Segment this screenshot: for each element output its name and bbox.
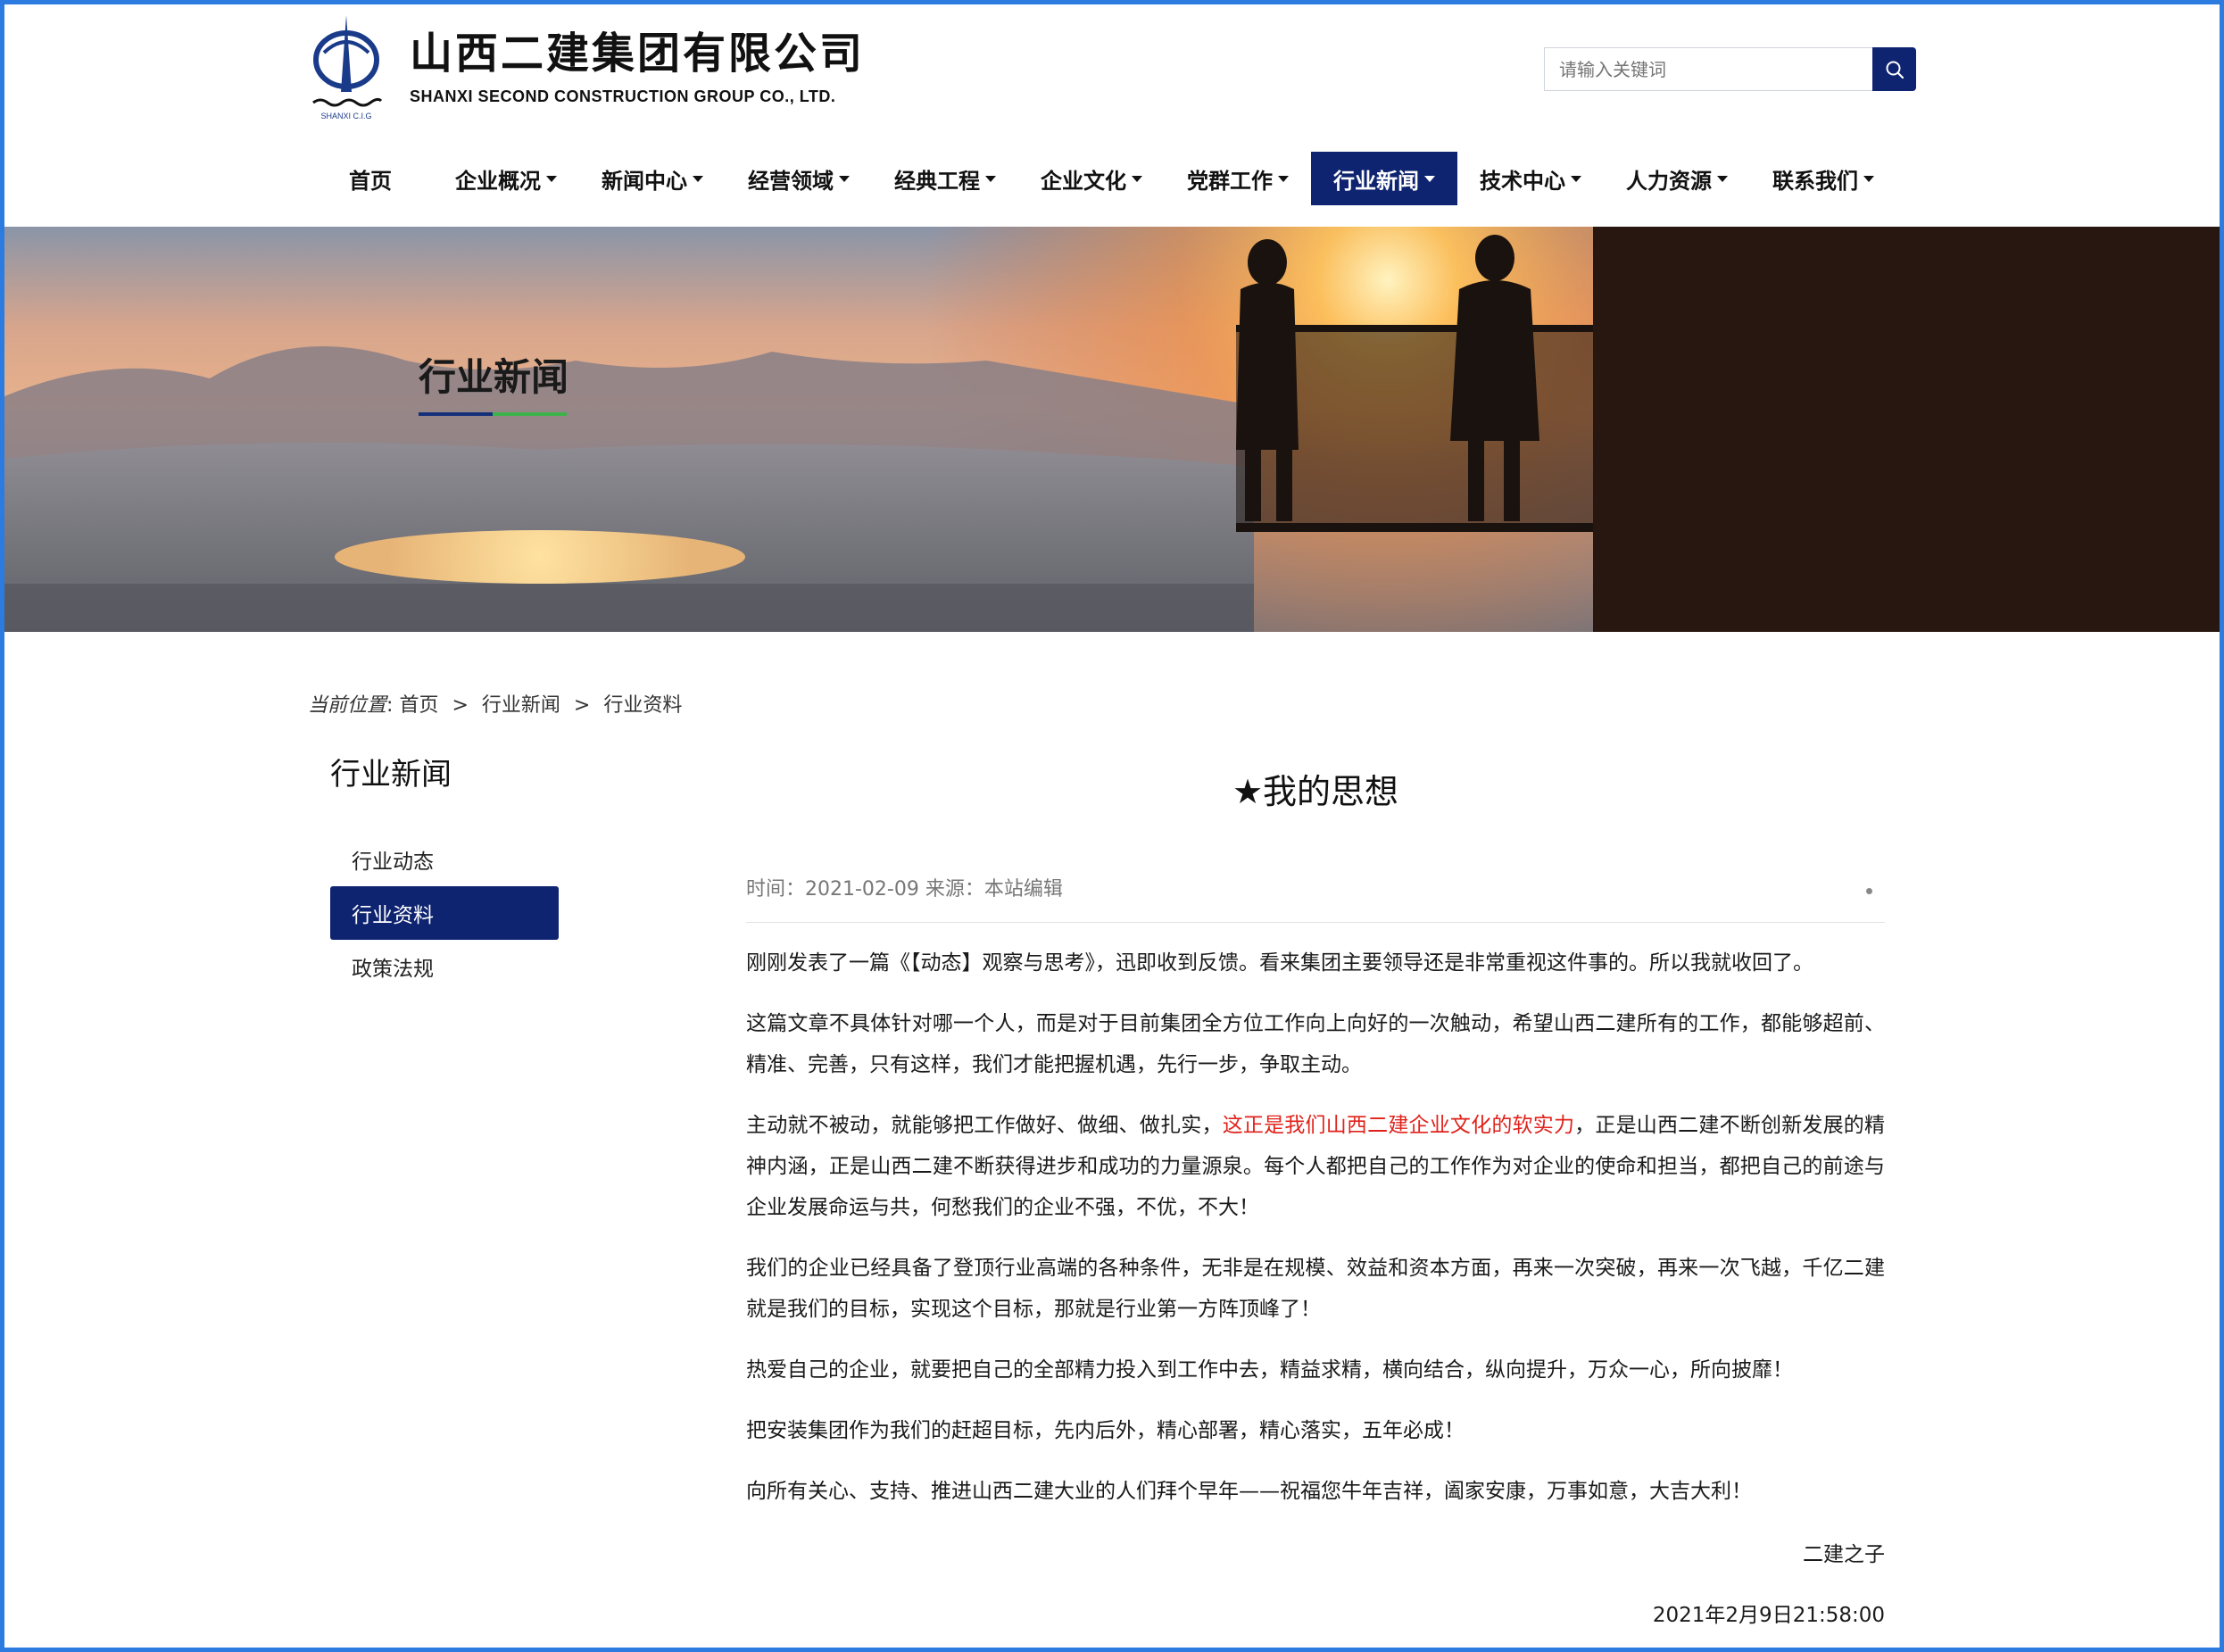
article-paragraph: 把安装集团作为我们的赶超目标，先内后外，精心部署，精心落实，五年必成！ (746, 1419, 1465, 1442)
article-meta-text: 时间：2021-02-09 来源：本站编辑 (746, 878, 1063, 901)
search-icon (1886, 61, 1904, 79)
caret-down-icon (1278, 175, 1289, 182)
sidebar-item-label: 行业动态 (352, 851, 434, 874)
caret-down-icon (1571, 175, 1581, 182)
nav-item-4[interactable]: 经典工程 (872, 152, 1018, 205)
article-body: 刚刚发表了一篇《【动态】观察与思考》，迅即收到反馈。看来集团主要领导还是非常重视… (746, 942, 1885, 1532)
caret-down-icon (839, 175, 850, 182)
caret-down-icon (985, 175, 996, 182)
sidebar-title: 行业新闻 (330, 757, 452, 793)
article-paragraph: 刚刚发表了一篇《【动态】观察与思考》，迅即收到反馈。看来集团主要领导还是非常重视… (746, 951, 1813, 975)
nav-item-label: 技术中心 (1480, 168, 1565, 194)
caret-down-icon (1863, 175, 1874, 182)
breadcrumb-home[interactable]: 首页 (399, 694, 438, 717)
caret-down-icon (1132, 175, 1142, 182)
banner-image (4, 227, 2220, 632)
nav-item-label: 党群工作 (1187, 168, 1273, 194)
article-paragraph: 这篇文章不具体针对哪一个人，而是对于目前集团全方位工作向上向好的一次触动，希望山… (746, 1012, 1885, 1076)
nav-item-label: 行业新闻 (1333, 168, 1419, 194)
highlighted-text: 这正是我们山西二建企业文化的软实力 (1222, 1114, 1575, 1137)
page-banner: 行业新闻 (4, 227, 2220, 632)
paragraph-text: 主动就不被动，就能够把工作做好、做细、做扎实， (746, 1114, 1223, 1137)
caret-down-icon (546, 175, 557, 182)
site-header: SHANXI C.I.G 山西二建集团有限公司 SHANXI SECOND CO… (0, 0, 2224, 227)
nav-item-6[interactable]: 党群工作 (1165, 152, 1311, 205)
article-paragraph: 向所有关心、支持、推进山西二建大业的人们拜个早年——祝福您牛年吉祥，阖家安康，万… (746, 1480, 1752, 1503)
nav-item-label: 人力资源 (1626, 168, 1712, 194)
sidebar-item-policies[interactable]: 政策法规 (330, 940, 559, 993)
nav-item-label: 经典工程 (894, 168, 980, 194)
article-paragraph: 我们的企业已经具备了登顶行业高端的各种条件，无非是在规模、效益和资本方面，再来一… (746, 1257, 1885, 1321)
main-nav: 首页 企业概况 新闻中心 经营领域 经典工程 企业文化 党群工作 行业新闻 技术中心 人力资源 联系… (308, 152, 1896, 205)
nav-item-0[interactable]: 首页 (308, 152, 433, 205)
caret-down-icon (693, 175, 703, 182)
article-paragraph: 主动就不被动，就能够把工作做好、做细、做扎实，这正是我们山西二建企业文化的软实力… (746, 1105, 1885, 1228)
nav-item-label: 企业概况 (455, 168, 541, 194)
breadcrumb-separator: > (452, 694, 469, 717)
svg-text:SHANXI C.I.G: SHANXI C.I.G (320, 112, 371, 120)
banner-title-underline (419, 412, 567, 416)
breadcrumb-lead: 当前位置 (308, 694, 387, 717)
nav-item-2[interactable]: 新闻中心 (579, 152, 726, 205)
sidebar-menu: 行业动态 行业资料 政策法规 (330, 833, 559, 993)
search-input[interactable] (1544, 47, 1872, 91)
logo-emblem-icon: SHANXI C.I.G (308, 13, 385, 120)
article-title: ★我的思想 (1232, 772, 1399, 811)
search-bar (1544, 47, 1916, 91)
company-name-en: SHANXI SECOND CONSTRUCTION GROUP CO., LT… (410, 87, 836, 105)
sidebar-item-industry-trends[interactable]: 行业动态 (330, 833, 559, 886)
breadcrumb-colon: : (386, 694, 394, 717)
nav-item-5[interactable]: 企业文化 (1018, 152, 1165, 205)
nav-item-label: 经营领域 (748, 168, 834, 194)
article-signed-time: 2021年2月9日21:58:00 (1652, 1604, 1885, 1627)
company-name-cn: 山西二建集团有限公司 (410, 28, 866, 79)
banner-title: 行业新闻 (419, 355, 569, 399)
search-button[interactable] (1872, 47, 1916, 91)
breadcrumb-current[interactable]: 行业资料 (603, 694, 682, 717)
nav-item-3[interactable]: 经营领域 (726, 152, 872, 205)
nav-item-label: 首页 (349, 168, 392, 194)
caret-down-icon (1717, 175, 1728, 182)
nav-item-label: 企业文化 (1041, 168, 1126, 194)
nav-item-8[interactable]: 技术中心 (1457, 152, 1604, 205)
article-paragraph: 热爱自己的企业，就要把自己的全部精力投入到工作中去，精益求精，横向结合，纵向提升… (746, 1358, 1793, 1382)
caret-down-icon (1424, 175, 1435, 182)
sidebar-item-label: 政策法规 (352, 958, 434, 981)
breadcrumb: 当前位置: 首页 > 行业新闻 > 行业资料 (308, 689, 682, 718)
nav-item-9[interactable]: 人力资源 (1604, 152, 1750, 205)
article-signature: 二建之子 (1803, 1543, 1885, 1566)
share-dot-icon[interactable] (1866, 888, 1872, 894)
article-meta: 时间：2021-02-09 来源：本站编辑 (746, 873, 1885, 923)
breadcrumb-industry-news[interactable]: 行业新闻 (482, 694, 560, 717)
nav-item-10[interactable]: 联系我们 (1750, 152, 1896, 205)
nav-item-label: 联系我们 (1772, 168, 1858, 194)
nav-item-7[interactable]: 行业新闻 (1311, 152, 1457, 205)
breadcrumb-separator: > (573, 694, 591, 717)
nav-item-label: 新闻中心 (602, 168, 687, 194)
nav-item-1[interactable]: 企业概况 (433, 152, 579, 205)
sidebar-item-label: 行业资料 (352, 904, 434, 927)
company-logo[interactable]: SHANXI C.I.G 山西二建集团有限公司 SHANXI SECOND CO… (308, 13, 865, 120)
sidebar-item-industry-materials[interactable]: 行业资料 (330, 886, 559, 940)
